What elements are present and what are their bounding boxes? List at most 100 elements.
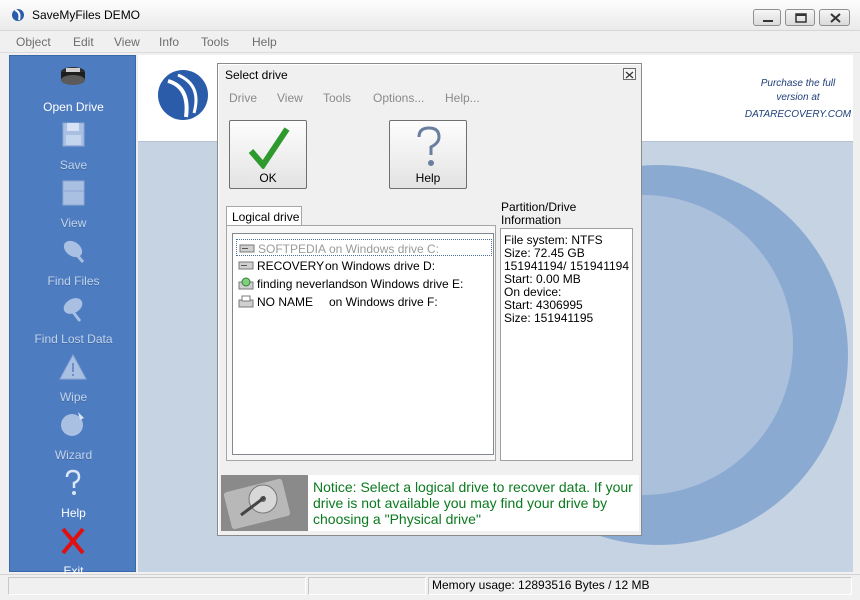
dialog-menu-help[interactable]: Help... — [445, 91, 480, 105]
drive-row[interactable]: NO NAME on Windows drive F: — [236, 293, 492, 310]
sidebar-label: Open Drive — [43, 100, 104, 114]
drive-location: on Windows drive E: — [354, 277, 464, 291]
dialog-title: Select drive — [225, 68, 288, 82]
drive-name: SOFTPEDIA — [258, 242, 327, 256]
sidebar-label: Wizard — [54, 448, 93, 462]
menu-edit[interactable]: Edit — [73, 35, 94, 49]
sidebar-item-save[interactable]: Save — [10, 120, 137, 176]
drive-location: on Windows drive C: — [329, 242, 440, 256]
sidebar-label: View — [60, 216, 87, 230]
minimize-button[interactable] — [753, 9, 781, 26]
promo-text: Purchase the full version at DATARECOVER… — [743, 77, 853, 122]
info-line: 151941194/ 151941194 — [504, 259, 630, 273]
status-cell-1 — [8, 577, 306, 595]
tab-label: Logical drive — [232, 210, 300, 224]
menu-object[interactable]: Object — [16, 35, 51, 49]
memory-usage: Memory usage: 12893516 Bytes / 12 MB — [432, 578, 650, 592]
menu-view[interactable]: View — [114, 35, 140, 49]
drive-location: on Windows drive F: — [329, 295, 438, 309]
checkmark-icon — [248, 127, 290, 169]
warning-icon — [59, 353, 87, 380]
sidebar-label: Save — [59, 158, 88, 172]
partition-info-title: Partition/Drive Information — [501, 201, 641, 227]
drive-row[interactable]: RECOVERY on Windows drive D: — [236, 257, 492, 274]
status-cell-2 — [308, 577, 426, 595]
drive-name: NO NAME — [257, 295, 314, 309]
sidebar-label: Find Files — [47, 274, 100, 288]
question-icon — [417, 126, 441, 166]
exit-icon — [61, 527, 85, 555]
notice-text: Notice: Select a logical drive to recove… — [313, 479, 633, 527]
find-files-icon — [63, 240, 85, 263]
dialog-close-button[interactable] — [623, 68, 636, 80]
menu-bar: Object Edit View Info Tools Help — [0, 31, 860, 53]
wizard-icon — [61, 412, 84, 436]
maximize-button[interactable] — [785, 9, 815, 26]
info-line: Start: 0.00 MB — [504, 272, 581, 286]
dialog-menu-drive[interactable]: Drive — [229, 91, 257, 105]
help-label: Help — [415, 171, 441, 185]
drive-location: on Windows drive D: — [325, 259, 436, 273]
menu-info[interactable]: Info — [159, 35, 179, 49]
title-bar: SaveMyFiles DEMO — [0, 0, 860, 31]
dialog-menu-tools[interactable]: Tools — [323, 91, 351, 105]
ok-button[interactable]: OK — [229, 120, 307, 189]
info-line: Size: 72.45 GB — [504, 246, 585, 260]
app-window: SaveMyFiles DEMO Object Edit View Info T… — [0, 0, 860, 600]
close-icon — [830, 13, 841, 23]
sidebar-item-find-lost-data[interactable]: Find Lost Data — [10, 294, 137, 350]
menu-help[interactable]: Help — [252, 35, 277, 49]
menu-tools[interactable]: Tools — [201, 35, 229, 49]
drive-row[interactable]: finding neverlands on Windows drive E: — [236, 275, 492, 292]
partition-info-box: File system: NTFS Size: 72.45 GB 1519411… — [500, 228, 633, 461]
restore-icon — [795, 13, 807, 23]
sidebar-item-help[interactable]: Help — [10, 468, 137, 524]
dialog-menu-options[interactable]: Options... — [373, 91, 424, 105]
notice-panel: Notice: Select a logical drive to recove… — [221, 475, 639, 531]
logical-drive-panel: SOFTPEDIA on Windows drive C: RECOVERY o… — [226, 225, 496, 461]
hard-disk-image — [221, 475, 308, 531]
sidebar-label: Wipe — [59, 390, 88, 404]
question-icon — [65, 469, 81, 495]
find-lost-data-icon — [63, 298, 83, 322]
sidebar-label: Find Lost Data — [34, 332, 113, 346]
minimize-icon — [763, 20, 773, 22]
sidebar-item-open-drive[interactable]: Open Drive — [10, 62, 137, 118]
drive-name: finding neverlands — [257, 277, 355, 291]
promo-line-1: Purchase the full — [760, 78, 836, 89]
dialog-menu-bar: Drive View Tools Options... Help... — [218, 87, 641, 109]
sidebar-item-find-files[interactable]: Find Files — [10, 236, 137, 292]
disk-drive-icon — [239, 244, 255, 253]
dialog-menu-view[interactable]: View — [277, 91, 303, 105]
help-button[interactable]: Help — [389, 120, 467, 189]
promo-url[interactable]: DATARECOVERY.COM — [743, 108, 853, 122]
disk-drive-icon — [238, 261, 254, 270]
promo-line-2: version at — [776, 92, 820, 103]
view-icon — [62, 180, 85, 206]
app-logo-icon — [12, 9, 24, 21]
sidebar-item-wizard[interactable]: Wizard — [10, 410, 137, 466]
removable-drive-icon — [238, 295, 254, 308]
drive-list[interactable]: SOFTPEDIA on Windows drive C: RECOVERY o… — [232, 233, 494, 455]
cd-drive-icon — [238, 277, 254, 290]
close-icon — [625, 71, 634, 79]
sidebar: Open Drive Save View Find Files Find Los… — [9, 55, 137, 578]
partition-info-title-line-2: Information — [501, 213, 562, 227]
app-globe-logo — [158, 70, 208, 120]
sidebar-item-wipe[interactable]: Wipe — [10, 352, 137, 408]
sidebar-item-view[interactable]: View — [10, 178, 137, 234]
floppy-icon — [62, 122, 85, 147]
info-line: File system: NTFS — [504, 233, 603, 247]
tab-logical-drive[interactable]: Logical drive — [226, 206, 302, 227]
sidebar-label: Help — [61, 506, 86, 520]
status-bar: Memory usage: 12893516 Bytes / 12 MB — [0, 574, 860, 600]
drive-icon — [61, 67, 85, 85]
info-line: Start: 4306995 — [504, 298, 583, 312]
drive-name: RECOVERY — [257, 259, 325, 273]
close-button[interactable] — [819, 9, 850, 26]
drive-row[interactable]: SOFTPEDIA on Windows drive C: — [236, 239, 492, 256]
info-line: On device: — [504, 285, 562, 299]
info-line: Size: 151941195 — [504, 311, 594, 325]
window-title: SaveMyFiles DEMO — [32, 8, 141, 22]
ok-label: OK — [259, 171, 277, 185]
